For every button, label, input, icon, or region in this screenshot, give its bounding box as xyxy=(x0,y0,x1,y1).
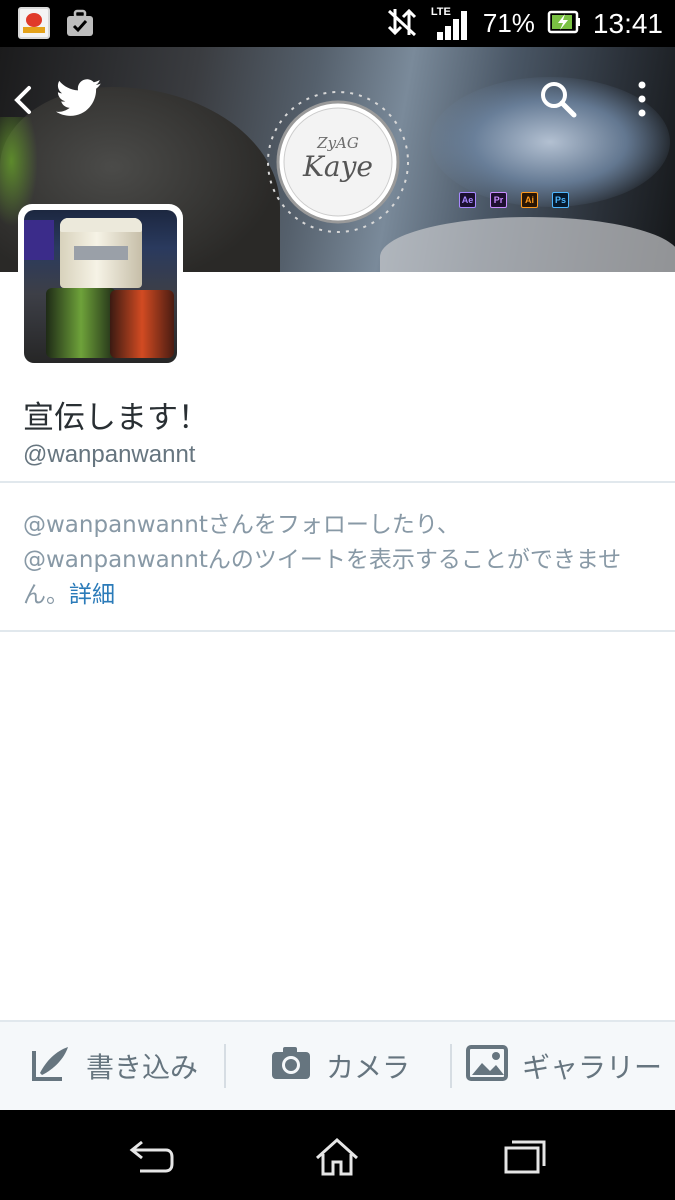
notification-app-icon xyxy=(18,7,50,39)
divider xyxy=(0,630,675,632)
compose-separator xyxy=(224,1044,226,1088)
search-button[interactable] xyxy=(538,79,578,123)
twitter-bird-icon[interactable] xyxy=(56,79,102,121)
gallery-button[interactable]: ギャラリー xyxy=(466,1022,662,1110)
briefcase-check-icon xyxy=(64,7,96,39)
compose-separator xyxy=(450,1044,452,1088)
photoshop-icon: Ps xyxy=(552,192,569,208)
back-button[interactable] xyxy=(12,85,34,119)
status-bar: LTE 71% 13:41 xyxy=(0,0,675,47)
home-nav-button[interactable] xyxy=(313,1136,361,1182)
illustrator-icon: Ai xyxy=(521,192,538,208)
banner-app-badges: Ae Pr Ai Ps xyxy=(459,192,569,208)
username-handle: @wanpanwannt xyxy=(23,441,196,468)
system-navigation-bar xyxy=(0,1110,675,1200)
protected-account-notice: @wanpanwanntさんをフォローしたり、@wanpanwanntんのツイー… xyxy=(23,508,643,613)
back-nav-button[interactable] xyxy=(126,1136,174,1180)
battery-percent: 71% xyxy=(482,8,535,38)
data-disabled-icon xyxy=(385,5,419,43)
write-tweet-label: 書き込み xyxy=(86,1051,199,1084)
banner-logo-line2: Kaye xyxy=(303,150,373,183)
compose-bar: 書き込み カメラ ギャラリー xyxy=(0,1020,675,1110)
divider xyxy=(0,481,675,483)
gallery-label: ギャラリー xyxy=(522,1051,663,1084)
write-tweet-button[interactable]: 書き込み xyxy=(30,1022,198,1110)
compose-pen-icon xyxy=(30,1043,72,1090)
lte-signal-icon: LTE xyxy=(431,6,471,42)
camera-icon xyxy=(270,1045,312,1088)
gallery-icon xyxy=(466,1044,508,1088)
after-effects-icon: Ae xyxy=(459,192,476,208)
camera-label: カメラ xyxy=(326,1051,411,1084)
overflow-menu-button[interactable] xyxy=(632,79,652,125)
recent-apps-nav-button[interactable] xyxy=(500,1136,548,1180)
profile-avatar[interactable] xyxy=(18,204,183,369)
display-name: 宣伝します！ xyxy=(23,400,209,436)
clock: 13:41 xyxy=(592,7,663,39)
details-link[interactable]: 詳細 xyxy=(69,582,115,608)
premiere-icon: Pr xyxy=(490,192,507,208)
camera-button[interactable]: カメラ xyxy=(270,1022,410,1110)
battery-charging-icon xyxy=(547,9,581,39)
avatar-image xyxy=(24,210,177,363)
banner-logo: ZyAG Kaye xyxy=(266,90,410,234)
